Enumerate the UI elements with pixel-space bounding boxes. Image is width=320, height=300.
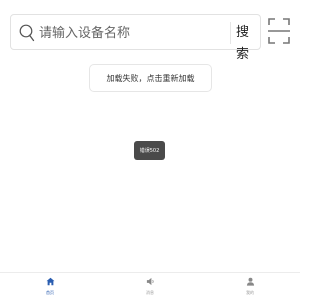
search-input[interactable] — [39, 21, 224, 45]
search-icon — [19, 24, 35, 42]
tab-profile[interactable]: 我的 — [200, 273, 300, 300]
bottom-tab-bar: 首页 消息 我的 — [0, 272, 300, 300]
search-box[interactable]: 搜索 — [10, 14, 261, 62]
screen: 搜索 加载失败，点击重新加载 错误502 首页 消息 — [0, 0, 300, 300]
message-icon — [146, 277, 154, 286]
tab-messages[interactable]: 消息 — [100, 273, 200, 300]
search-button[interactable]: 搜索 — [236, 22, 260, 62]
tab-home-label: 首页 — [46, 290, 54, 295]
user-icon — [246, 277, 254, 286]
error-toast-text: 错误502 — [139, 148, 160, 154]
search-divider — [230, 22, 231, 44]
tab-profile-label: 我的 — [246, 290, 254, 295]
home-icon — [46, 277, 54, 286]
tab-home[interactable]: 首页 — [0, 273, 100, 300]
error-toast: 错误502 — [134, 141, 165, 160]
tab-messages-label: 消息 — [146, 290, 154, 295]
reload-button-label: 加载失败，点击重新加载 — [106, 73, 195, 83]
reload-button[interactable]: 加载失败，点击重新加载 — [89, 64, 212, 92]
scan-icon[interactable] — [267, 16, 291, 46]
